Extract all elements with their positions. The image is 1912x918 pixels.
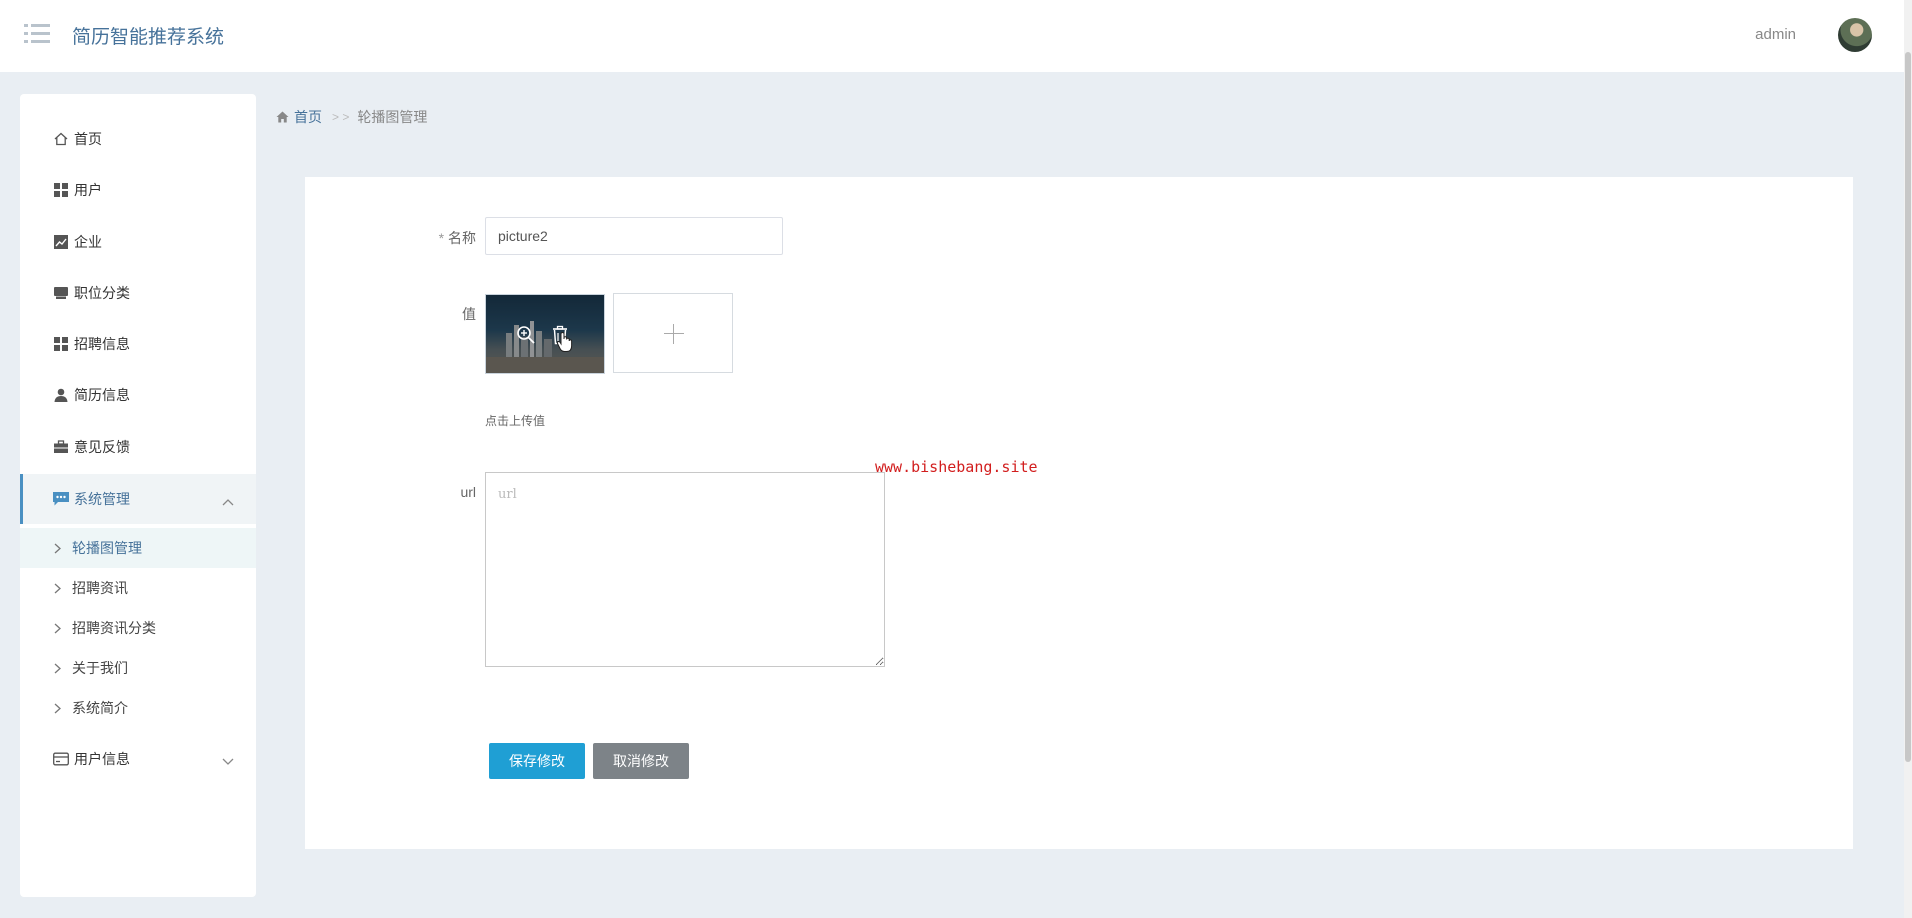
upload-hint: 点击上传值	[485, 414, 546, 428]
submenu-item-label: 招聘资讯分类	[72, 620, 156, 636]
plus-icon	[664, 333, 684, 334]
chart-icon	[52, 233, 70, 251]
breadcrumb-current: 轮播图管理	[357, 109, 428, 125]
required-mark: *	[438, 230, 445, 246]
value-label: 值	[462, 306, 476, 322]
sidebar-item-user-info[interactable]: 用户信息	[20, 734, 256, 784]
app-title: 简历智能推荐系统	[72, 27, 225, 48]
submenu-item-label: 关于我们	[72, 660, 128, 676]
sidebar-item-label: 用户信息	[74, 751, 130, 767]
chevron-down-icon	[222, 753, 234, 769]
top-bar: 简历智能推荐系统 admin	[0, 0, 1912, 72]
breadcrumb: 首页 > > 轮播图管理	[276, 107, 427, 127]
uploaded-image-thumbnail[interactable]	[485, 294, 605, 374]
inbox-icon	[52, 284, 70, 302]
sidebar-item-company[interactable]: 企业	[20, 217, 256, 267]
sidebar-item-label: 用户	[74, 182, 102, 198]
sidebar-item-recruitment[interactable]: 招聘信息	[20, 319, 256, 369]
sidebar-item-label: 职位分类	[74, 285, 130, 301]
submenu-item-intro[interactable]: 系统简介	[20, 688, 256, 728]
chevron-up-icon	[222, 493, 234, 509]
save-button[interactable]: 保存修改	[489, 743, 585, 779]
cancel-button[interactable]: 取消修改	[593, 743, 689, 779]
submenu-item-news[interactable]: 招聘资讯	[20, 568, 256, 608]
url-label: url	[460, 484, 476, 500]
submenu-item-label: 轮播图管理	[72, 540, 142, 556]
zoom-in-icon[interactable]	[516, 325, 536, 345]
chevron-right-icon	[54, 542, 64, 554]
breadcrumb-home[interactable]: 首页	[294, 107, 322, 127]
grid-icon	[52, 181, 70, 199]
user-icon	[52, 386, 70, 404]
upload-button[interactable]	[613, 293, 733, 373]
menu-toggle-icon[interactable]	[24, 24, 50, 44]
sidebar-item-label: 简历信息	[74, 387, 130, 403]
sidebar-item-system[interactable]: 系统管理	[20, 474, 256, 524]
scrollbar-thumb[interactable]	[1905, 52, 1911, 762]
submenu-item-carousel[interactable]: 轮播图管理	[20, 528, 256, 568]
url-textarea[interactable]	[485, 472, 885, 667]
sidebar-item-feedback[interactable]: 意见反馈	[20, 422, 256, 472]
chevron-right-icon	[54, 702, 64, 714]
submenu-item-label: 系统简介	[72, 700, 128, 716]
home-icon	[276, 111, 289, 123]
watermark: www.bishebang.site	[875, 458, 1038, 476]
sidebar-item-users[interactable]: 用户	[20, 165, 256, 215]
submenu-item-label: 招聘资讯	[72, 580, 128, 596]
chevron-right-icon	[54, 662, 64, 674]
comment-icon	[52, 490, 70, 508]
sidebar-item-label: 招聘信息	[74, 336, 130, 352]
hand-cursor-icon	[556, 331, 574, 353]
chevron-right-icon	[54, 622, 64, 634]
chevron-right-icon	[54, 582, 64, 594]
submenu-item-about[interactable]: 关于我们	[20, 648, 256, 688]
sidebar-item-label: 企业	[74, 234, 102, 250]
card-icon	[52, 750, 70, 768]
sidebar-item-job-category[interactable]: 职位分类	[20, 268, 256, 318]
sidebar: 首页 用户 企业 职位分类 招聘信息 简历信息 意见反馈 系统管理 轮播图管理 …	[20, 94, 256, 897]
name-label-text: 名称	[448, 230, 476, 246]
sidebar-item-resume[interactable]: 简历信息	[20, 370, 256, 420]
sidebar-item-label: 首页	[74, 131, 102, 147]
sidebar-item-label: 系统管理	[74, 491, 130, 507]
user-name[interactable]: admin	[1755, 26, 1796, 43]
home-icon	[52, 130, 70, 148]
breadcrumb-separator: > >	[332, 110, 350, 124]
sidebar-item-home[interactable]: 首页	[20, 114, 256, 164]
sidebar-item-label: 意见反馈	[74, 439, 130, 455]
name-input[interactable]	[485, 217, 783, 255]
grid-icon	[52, 335, 70, 353]
avatar[interactable]	[1838, 18, 1872, 52]
name-label: * 名称	[430, 228, 476, 248]
submenu-item-news-category[interactable]: 招聘资讯分类	[20, 608, 256, 648]
thumbnail-overlay	[486, 295, 604, 373]
briefcase-icon	[52, 438, 70, 456]
scrollbar[interactable]	[1904, 0, 1912, 918]
plus-icon-vertical	[673, 324, 674, 344]
